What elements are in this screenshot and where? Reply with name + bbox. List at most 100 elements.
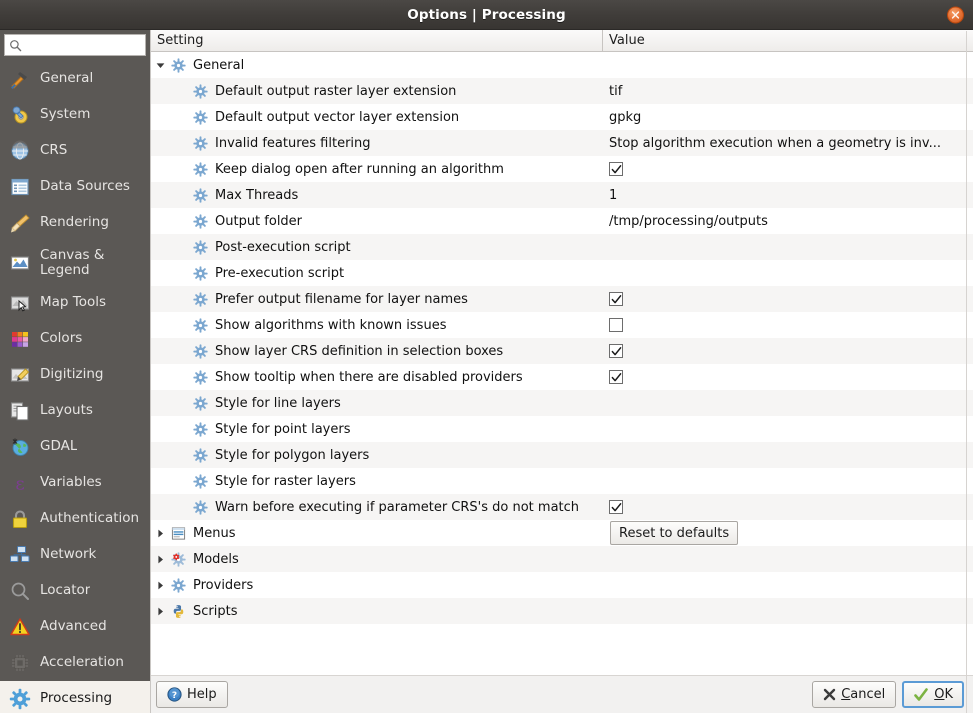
sidebar-item-gdal[interactable]: GDAL <box>0 429 150 465</box>
sidebar-item-rendering[interactable]: Rendering <box>0 205 150 241</box>
row-value-cell[interactable] <box>603 286 973 312</box>
table-row[interactable]: Show algorithms with known issues <box>151 312 973 338</box>
row-value-cell[interactable] <box>603 52 973 78</box>
column-header-value[interactable]: Value <box>603 30 973 51</box>
table-row[interactable]: Style for line layers <box>151 390 973 416</box>
value-checkbox[interactable] <box>609 500 623 514</box>
sidebar-item-acceleration[interactable]: Acceleration <box>0 645 150 681</box>
value-text: gpkg <box>609 110 641 125</box>
sidebar-item-advanced[interactable]: Advanced <box>0 609 150 645</box>
table-row[interactable]: Default output raster layer extensiontif <box>151 78 973 104</box>
table-row[interactable]: Providers <box>151 572 973 598</box>
close-icon[interactable] <box>947 6 964 23</box>
chevron-right-icon[interactable] <box>151 607 169 616</box>
value-checkbox[interactable] <box>609 292 623 306</box>
sidebar-item-general[interactable]: General <box>0 61 150 97</box>
table-row[interactable]: Keep dialog open after running an algori… <box>151 156 973 182</box>
value-checkbox[interactable] <box>609 318 623 332</box>
menus-icon <box>169 524 187 542</box>
table-row[interactable]: Pre-execution script <box>151 260 973 286</box>
sidebar-item-label: Rendering <box>40 215 109 230</box>
column-header-setting[interactable]: Setting <box>151 30 603 51</box>
check-icon <box>913 687 929 703</box>
sidebar-item-system[interactable]: System <box>0 97 150 133</box>
search-input[interactable] <box>26 36 141 54</box>
table-row[interactable]: General <box>151 52 973 78</box>
sidebar-item-digitizing[interactable]: Digitizing <box>0 357 150 393</box>
chevron-right-icon[interactable] <box>151 529 169 538</box>
cancel-button[interactable]: Cancel <box>812 681 896 708</box>
table-row[interactable]: Menus Reset to defaults <box>151 520 973 546</box>
row-value-cell[interactable] <box>603 156 973 182</box>
table-row[interactable]: Output folder/tmp/processing/outputs <box>151 208 973 234</box>
gear-blue-icon <box>191 446 209 464</box>
row-setting-cell: Menus <box>151 520 603 546</box>
chevron-down-icon[interactable] <box>151 61 169 70</box>
row-value-cell[interactable] <box>603 546 973 572</box>
padlock-icon <box>8 507 32 531</box>
table-row[interactable]: Models <box>151 546 973 572</box>
row-value-cell[interactable]: Reset to defaults <box>603 520 973 546</box>
row-value-cell[interactable] <box>603 312 973 338</box>
row-value-cell[interactable] <box>603 364 973 390</box>
row-value-cell[interactable]: /tmp/processing/outputs <box>603 208 973 234</box>
sidebar-item-label: Layouts <box>40 403 93 418</box>
sidebar-item-layouts[interactable]: Layouts <box>0 393 150 429</box>
table-row[interactable]: Style for raster layers <box>151 468 973 494</box>
sidebar-item-colors[interactable]: Colors <box>0 321 150 357</box>
table-row[interactable]: Show tooltip when there are disabled pro… <box>151 364 973 390</box>
sidebar-item-data-sources[interactable]: Data Sources <box>0 169 150 205</box>
tree-header: Setting Value <box>151 30 973 52</box>
row-value-cell[interactable]: Stop algorithm execution when a geometry… <box>603 130 973 156</box>
sidebar-item-label: Advanced <box>40 619 107 634</box>
row-value-cell[interactable] <box>603 260 973 286</box>
table-row[interactable]: Style for point layers <box>151 416 973 442</box>
chevron-right-icon[interactable] <box>151 555 169 564</box>
sidebar-item-processing[interactable]: Processing <box>0 681 150 713</box>
sidebar-item-map-tools[interactable]: Map Tools <box>0 285 150 321</box>
value-checkbox[interactable] <box>609 162 623 176</box>
table-row[interactable]: Show layer CRS definition in selection b… <box>151 338 973 364</box>
table-row[interactable]: Invalid features filteringStop algorithm… <box>151 130 973 156</box>
row-value-cell[interactable] <box>603 494 973 520</box>
reset-to-defaults-button[interactable]: Reset to defaults <box>610 521 738 545</box>
row-setting-cell: Style for raster layers <box>151 468 603 494</box>
row-value-cell[interactable] <box>603 598 973 624</box>
ok-button[interactable]: OK <box>902 681 964 708</box>
row-value-cell[interactable] <box>603 416 973 442</box>
row-value-cell[interactable] <box>603 442 973 468</box>
settings-tree[interactable]: GeneralDefault output raster layer exten… <box>151 52 973 675</box>
table-row[interactable]: Warn before executing if parameter CRS's… <box>151 494 973 520</box>
table-row[interactable]: Max Threads 1 <box>151 182 973 208</box>
sidebar-item-network[interactable]: Network <box>0 537 150 573</box>
row-value-cell[interactable] <box>603 234 973 260</box>
sidebar-item-canvas-legend[interactable]: Canvas & Legend <box>0 241 150 285</box>
sidebar-item-crs[interactable]: CRS <box>0 133 150 169</box>
gear-blue-icon <box>191 420 209 438</box>
table-row[interactable]: Style for polygon layers <box>151 442 973 468</box>
help-button[interactable]: ? Help <box>156 681 228 708</box>
sidebar-item-variables[interactable]: ε Variables <box>0 465 150 501</box>
value-checkbox[interactable] <box>609 370 623 384</box>
row-value-cell[interactable]: tif <box>603 78 973 104</box>
row-label: Keep dialog open after running an algori… <box>215 162 504 177</box>
search-box[interactable] <box>4 34 146 56</box>
sidebar-item-label: Digitizing <box>40 367 103 382</box>
table-row[interactable]: Default output vector layer extensiongpk… <box>151 104 973 130</box>
value-checkbox[interactable] <box>609 344 623 358</box>
table-row[interactable]: Prefer output filename for layer names <box>151 286 973 312</box>
table-row[interactable]: Post-execution script <box>151 234 973 260</box>
row-value-cell[interactable]: 1 <box>603 182 973 208</box>
sidebar-item-locator[interactable]: Locator <box>0 573 150 609</box>
sidebar-item-authentication[interactable]: Authentication <box>0 501 150 537</box>
chevron-right-icon[interactable] <box>151 581 169 590</box>
row-value-cell[interactable] <box>603 390 973 416</box>
gear-blue-icon <box>191 82 209 100</box>
row-value-cell[interactable] <box>603 572 973 598</box>
row-value-cell[interactable] <box>603 468 973 494</box>
gear-blue-icon <box>191 498 209 516</box>
row-value-cell[interactable] <box>603 338 973 364</box>
table-row[interactable]: Scripts <box>151 598 973 624</box>
row-label: Max Threads <box>215 188 298 203</box>
row-value-cell[interactable]: gpkg <box>603 104 973 130</box>
